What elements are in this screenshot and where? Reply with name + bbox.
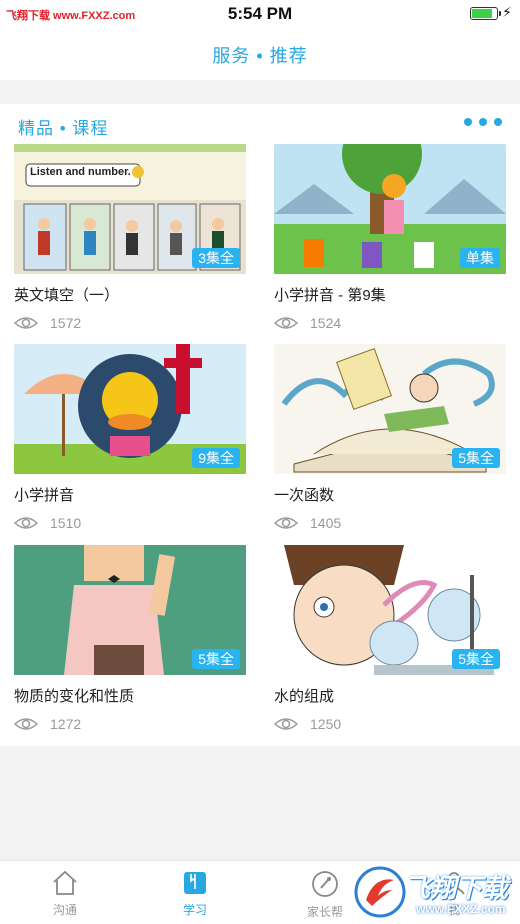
course-thumbnail[interactable]: 9集全 [14,344,246,474]
view-count: 1250 [310,716,342,732]
thumbnail-caption: Listen and number. [30,166,131,178]
course-title[interactable]: 小学拼音 [14,484,246,504]
course-thumbnail[interactable]: 5集全 [14,545,246,675]
status-time: 5:54 PM [227,4,293,23]
episode-badge: 5集全 [452,649,500,669]
course-title[interactable]: 一次函数 [274,484,506,504]
eye-icon [274,517,298,529]
episode-badge: 9集全 [192,448,240,468]
watermark-emblem-icon [354,866,406,918]
course-title[interactable]: 英文填空（一） [14,284,246,304]
eye-icon [14,517,38,529]
course-thumbnail[interactable]: 单集 [274,144,506,274]
eye-icon [274,718,298,730]
course-card[interactable]: Listen and number. 3集全 英文填空（一） 1572 [14,144,246,334]
view-stats: 1405 [274,512,506,534]
eye-icon [274,317,298,329]
view-count: 1524 [310,315,342,331]
watermark-logo: 飞翔下载 www.FXXZ.com [354,862,520,924]
view-count: 1272 [50,716,82,732]
tab-study[interactable]: 学习 [155,869,235,918]
view-count: 1405 [310,515,342,531]
course-card[interactable]: 5集全 水的组成 1250 [274,545,506,735]
course-card[interactable]: 9集全 小学拼音 1510 [14,344,246,534]
tab-parents[interactable]: 家长帮 [285,869,365,920]
episode-badge: 5集全 [452,448,500,468]
course-card[interactable]: 5集全 物质的变化和性质 1272 [14,545,246,735]
course-thumbnail[interactable]: 5集全 [274,344,506,474]
page-title: 服务 • 推荐 [212,46,308,66]
course-title[interactable]: 小学拼音 - 第9集 [274,284,506,304]
watermark-main-text: 飞翔下载 [404,873,509,903]
battery-tip [499,11,501,16]
view-stats: 1510 [14,512,246,534]
course-card[interactable]: 5集全 一次函数 1405 [274,344,506,534]
episode-badge: 5集全 [192,649,240,669]
view-stats: 1524 [274,312,506,334]
view-stats: 1572 [14,312,246,334]
tab-label: 沟通 [52,903,77,917]
eye-icon [14,317,38,329]
view-stats: 1272 [14,713,246,735]
book-icon [184,872,206,894]
home-icon [53,870,77,895]
compass-icon [312,871,338,897]
nav-header: 服务 • 推荐 [0,28,520,80]
view-count: 1572 [50,315,82,331]
episode-badge: 单集 [460,248,500,268]
episode-badge: 3集全 [192,248,240,268]
charging-icon: ⚡ [502,4,512,20]
eye-icon [14,718,38,730]
tab-communicate[interactable]: 沟通 [25,869,105,918]
course-title[interactable]: 物质的变化和性质 [14,685,246,705]
course-title[interactable]: 水的组成 [274,685,506,705]
course-section: 精品 • 课程 Listen and number. 3集全 英文填空（一） 1… [0,104,520,746]
course-thumbnail[interactable]: 5集全 [274,545,506,675]
course-thumbnail[interactable]: Listen and number. 3集全 [14,144,246,274]
battery-level [472,9,492,18]
course-card[interactable]: 单集 小学拼音 - 第9集 1524 [274,144,506,334]
tab-label: 家长帮 [306,905,343,919]
view-count: 1510 [50,515,82,531]
tab-label: 学习 [182,903,207,917]
status-bar: 飞翔下载 www.FXXZ.com 5:54 PM ⚡ [0,0,520,28]
view-stats: 1250 [274,713,506,735]
watermark-sub-text: www.FXXZ.com [416,902,506,916]
course-grid: Listen and number. 3集全 英文填空（一） 1572 单集 小… [0,104,520,746]
battery-icon [470,7,501,20]
